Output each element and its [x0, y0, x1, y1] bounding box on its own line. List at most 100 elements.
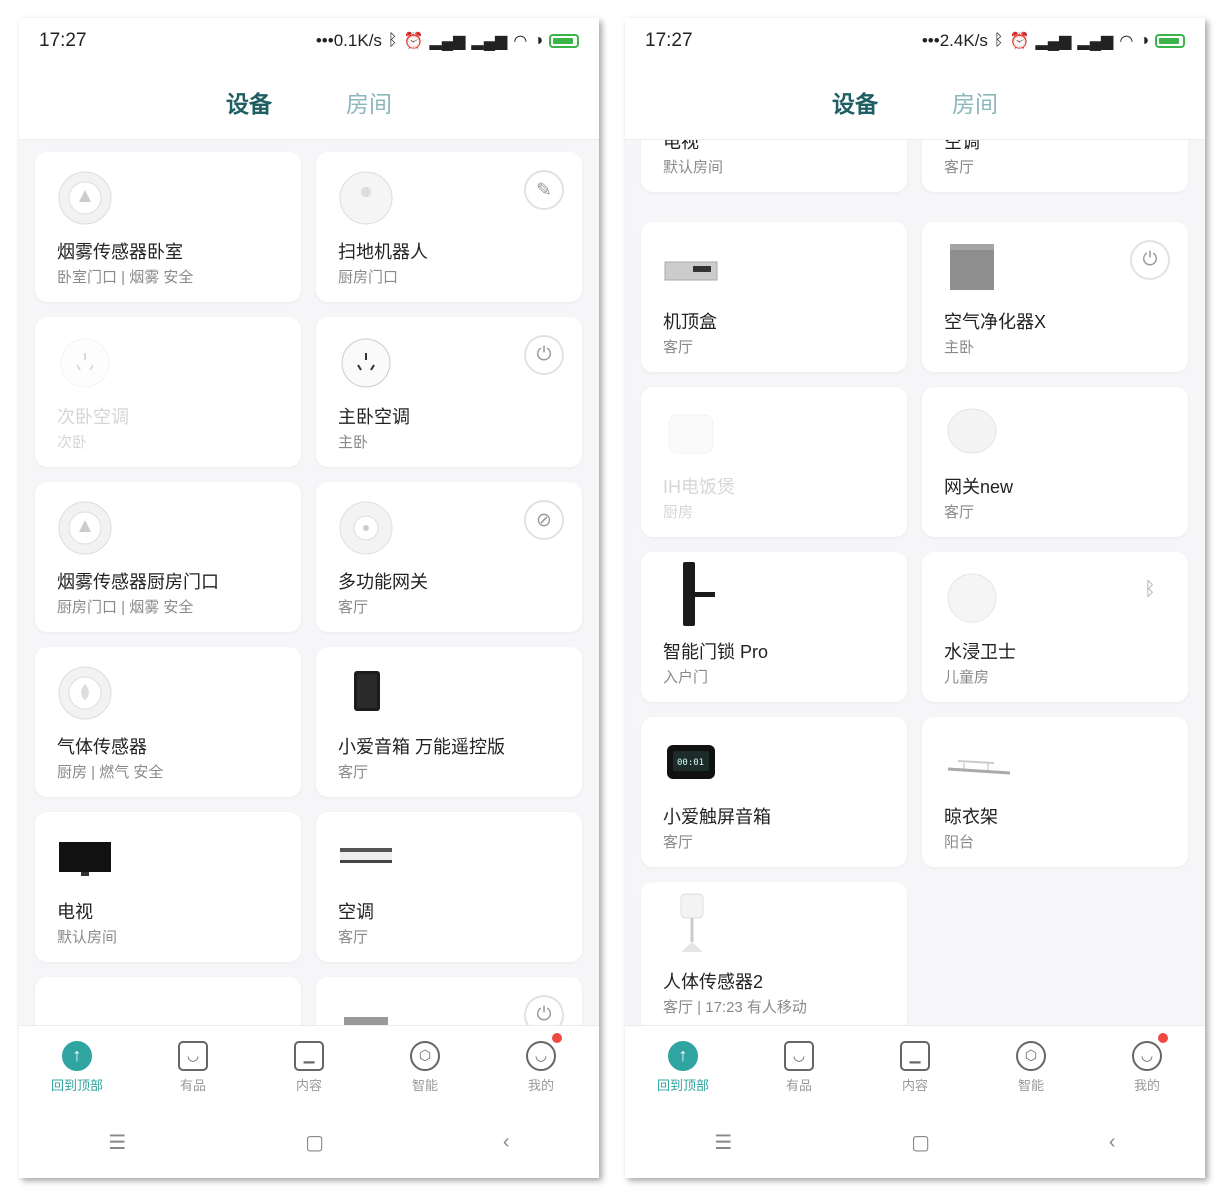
device-room: 卧室门口 | 烟雾 安全	[57, 269, 194, 286]
nav-label: 内容	[295, 1077, 322, 1093]
motion-sensor-icon	[680, 893, 704, 952]
device-card[interactable]: 水浸卫士 儿童房 ᛒ	[922, 552, 1188, 702]
nav-smart[interactable]: ⬡ 智能	[380, 1040, 470, 1094]
device-card[interactable]	[35, 977, 301, 1025]
menu-icon[interactable]: ☰	[108, 1130, 126, 1155]
power-icon: ⏻	[536, 344, 552, 365]
device-room: 客厅	[338, 599, 369, 616]
tab-devices[interactable]: 设备	[226, 85, 272, 119]
home-square-icon[interactable]: ▢	[911, 1130, 930, 1155]
power-button[interactable]: ⏻	[524, 995, 564, 1025]
nav-back-to-top[interactable]: ↑ 回到顶部	[638, 1040, 728, 1094]
signal-icon: ▂▄▆	[429, 33, 466, 50]
nav-label: 我的	[527, 1077, 554, 1093]
device-card[interactable]: 空调 客厅	[316, 812, 582, 962]
wifi-icon: ◠	[1119, 33, 1134, 50]
battery-icon	[549, 34, 579, 48]
home-square-icon[interactable]: ▢	[305, 1130, 324, 1155]
device-name: 空调	[338, 902, 374, 922]
device-name: 晾衣架	[944, 807, 998, 827]
device-card[interactable]: 网关new 客厅	[922, 387, 1188, 537]
device-name: 电视	[57, 902, 93, 922]
tab-rooms[interactable]: 房间	[952, 85, 998, 119]
device-card[interactable]: 扫地机器人 厨房门口 ✎	[316, 152, 582, 302]
device-card[interactable]: 气体传感器 厨房 | 燃气 安全	[35, 647, 301, 797]
device-card[interactable]: 烟雾传感器卧室 卧室门口 | 烟雾 安全	[35, 152, 301, 302]
system-nav-bar: ☰ ▢ ‹	[19, 1107, 599, 1178]
device-card[interactable]: 空调 客厅	[922, 140, 1188, 192]
device-card[interactable]: 烟雾传感器厨房门口 厨房门口 | 烟雾 安全	[35, 482, 301, 632]
power-button[interactable]: ⏻	[524, 335, 564, 375]
nav-smart[interactable]: ⬡ 智能	[986, 1040, 1076, 1094]
nav-mine[interactable]: ◡ 我的	[496, 1032, 586, 1094]
speaker-icon	[354, 671, 380, 711]
wifi-icon: ◠	[513, 33, 528, 50]
tab-rooms[interactable]: 房间	[346, 85, 392, 119]
device-card[interactable]: 多功能网关 客厅 ⊘	[316, 482, 582, 632]
nav-mine[interactable]: ◡ 我的	[1102, 1032, 1192, 1094]
nav-shop[interactable]: ◡ 有品	[754, 1040, 844, 1094]
device-name: 多功能网关	[338, 572, 428, 592]
set-top-box-icon	[57, 995, 113, 1025]
rice-cooker-icon	[668, 414, 714, 454]
device-card[interactable]: 人体传感器2 客厅 | 17:23 有人移动	[641, 882, 907, 1025]
device-name: 小爱音箱 万能遥控版	[338, 737, 506, 757]
clean-button[interactable]: ✎	[524, 170, 564, 210]
nav-shop[interactable]: ◡ 有品	[148, 1040, 238, 1094]
arrow-up-icon: ↑	[668, 1040, 698, 1071]
bag-icon: ◡	[784, 1040, 814, 1071]
bottom-nav: ↑ 回到顶部 ◡ 有品 ▁ 内容 ⬡ 智能 ◡ 我的	[625, 1025, 1205, 1108]
device-name: 智能门锁 Pro	[663, 642, 769, 662]
bag-icon: ◡	[178, 1040, 208, 1071]
device-name: IH电饭煲	[663, 477, 735, 497]
device-card[interactable]: ⏻	[316, 977, 582, 1025]
back-icon[interactable]: ‹	[1109, 1131, 1116, 1154]
device-room: 阳台	[944, 834, 975, 851]
nav-label: 内容	[901, 1077, 928, 1093]
clothes-rack-icon	[947, 760, 1011, 775]
power-icon: ⏻	[536, 1004, 552, 1025]
nav-back-to-top[interactable]: ↑ 回到顶部	[32, 1040, 122, 1094]
back-icon[interactable]: ‹	[503, 1131, 510, 1154]
device-room: 厨房门口 | 烟雾 安全	[57, 599, 194, 616]
light-off-icon: ⊘	[536, 509, 552, 531]
device-room: 客厅 | 17:23 有人移动	[663, 999, 807, 1016]
light-off-button[interactable]: ⊘	[524, 500, 564, 540]
device-name: 机顶盒	[663, 312, 717, 332]
device-card[interactable]: 电视 默认房间	[641, 140, 907, 192]
broom-icon: ✎	[536, 179, 552, 201]
device-card[interactable]: 晾衣架 阳台	[922, 717, 1188, 867]
device-room: 主卧	[338, 434, 369, 451]
device-card[interactable]: 电视 默认房间	[35, 812, 301, 962]
net-speed: •••0.1K/s	[315, 31, 382, 50]
menu-icon[interactable]: ☰	[714, 1130, 732, 1155]
notification-dot	[1158, 1032, 1168, 1043]
device-room: 默认房间	[57, 929, 118, 946]
nav-label: 回到顶部	[50, 1077, 103, 1093]
device-card[interactable]: 小爱音箱 万能遥控版 客厅	[316, 647, 582, 797]
nav-content[interactable]: ▁ 内容	[264, 1040, 354, 1094]
bottom-nav: ↑ 回到顶部 ◡ 有品 ▁ 内容 ⬡ 智能 ◡ 我的	[19, 1025, 599, 1108]
device-card[interactable]: 空气净化器X 主卧 ⏻	[922, 222, 1188, 372]
phone-screen-right: 17:27 •••2.4K/s ᛒ ⏰ ▂▄▆ ▂▄▆ ◠ ◑ 电视 默认房间 …	[625, 18, 1205, 1178]
nav-label: 回到顶部	[656, 1077, 709, 1093]
device-card[interactable]: IH电饭煲 厨房	[641, 387, 907, 537]
smile-icon: ◡	[1132, 1040, 1162, 1071]
tab-devices[interactable]: 设备	[832, 85, 878, 119]
device-card[interactable]: 00:01 小爱触屏音箱 客厅	[641, 717, 907, 867]
notification-dot	[552, 1032, 562, 1043]
device-card[interactable]: 主卧空调 主卧 ⏻	[316, 317, 582, 467]
device-room: 客厅	[338, 929, 369, 946]
device-card[interactable]: 次卧空调 次卧	[35, 317, 301, 467]
status-time: 17:27	[39, 30, 87, 51]
device-card[interactable]: 机顶盒 客厅	[641, 222, 907, 372]
status-bar: 17:27 •••0.1K/s ᛒ ⏰ ▂▄▆ ▂▄▆ ◠ ◑	[19, 18, 599, 64]
power-button[interactable]: ⏻	[1130, 240, 1170, 280]
tv-icon	[59, 842, 111, 876]
nav-content[interactable]: ▁ 内容	[870, 1040, 960, 1094]
top-tabs: 设备 房间	[625, 64, 1205, 140]
device-card[interactable]: 智能门锁 Pro 入户门	[641, 552, 907, 702]
device-room: 主卧	[944, 339, 975, 356]
device-name: 空调	[944, 140, 980, 152]
device-room: 厨房 | 燃气 安全	[57, 764, 164, 781]
